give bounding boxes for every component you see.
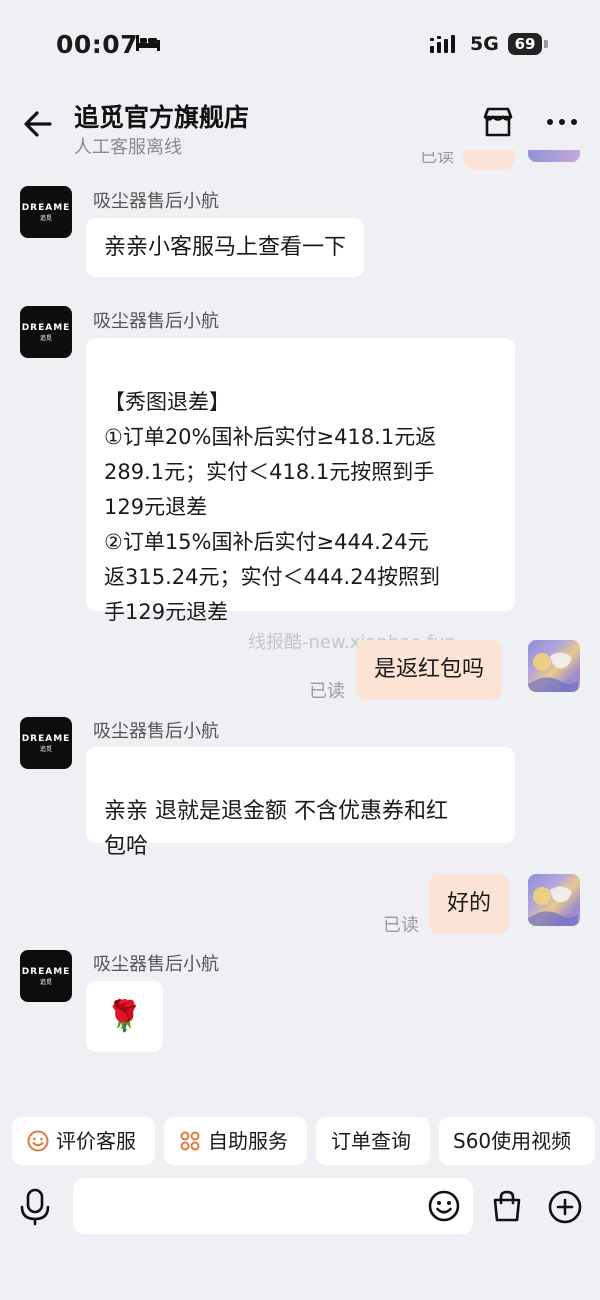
sender-name: 吸尘器售后小航 — [93, 954, 219, 975]
agent-avatar[interactable]: DREAME 追觅 — [20, 717, 72, 769]
microphone-icon[interactable] — [18, 1188, 52, 1226]
message-bubble-outgoing[interactable]: 是返红包吗 — [356, 640, 503, 700]
message-bubble-incoming[interactable]: 亲亲 退就是退金额 不含优惠券和红 包哈 — [86, 747, 515, 859]
back-arrow-icon[interactable] — [18, 104, 58, 144]
store-icon[interactable] — [480, 104, 516, 140]
message-input[interactable] — [73, 1178, 473, 1234]
user-avatar[interactable] — [528, 874, 580, 926]
network-type: 5G — [470, 33, 499, 55]
message-bubble-incoming[interactable]: 【秀图退差】 ①订单20%国补后实付≥418.1元返 289.1元；实付＜418… — [86, 338, 515, 624]
agent-avatar[interactable]: DREAME 追觅 — [20, 186, 72, 238]
agent-avatar[interactable]: DREAME 追觅 — [20, 306, 72, 358]
user-avatar-clipped — [528, 150, 580, 162]
self-service-button[interactable]: 自助服务 — [164, 1117, 307, 1165]
emoji-icon[interactable] — [428, 1190, 460, 1222]
plus-icon[interactable] — [548, 1190, 582, 1224]
user-avatar[interactable] — [528, 640, 580, 692]
battery-icon: 69 — [508, 33, 542, 55]
shopping-bag-icon[interactable] — [490, 1189, 524, 1223]
status-time: 00:07 — [56, 30, 139, 59]
agent-status: 人工客服离线 — [74, 137, 182, 158]
read-receipt: 已读 — [309, 681, 345, 702]
message-text: 亲亲小客服马上查看一下 — [104, 235, 347, 260]
sender-name: 吸尘器售后小航 — [93, 191, 219, 212]
order-query-button[interactable]: 订单查询 — [316, 1117, 430, 1165]
quick-actions-bar: 评价客服 自助服务 订单查询 S60使用视频 — [12, 1117, 600, 1165]
s60-video-button[interactable]: S60使用视频 — [439, 1117, 595, 1165]
sender-name: 吸尘器售后小航 — [93, 721, 219, 742]
message-text: 亲亲 退就是退金额 不含优惠券和红 包哈 — [104, 799, 448, 859]
agent-avatar[interactable]: DREAME 追觅 — [20, 950, 72, 1002]
read-receipt: 已读 — [383, 915, 419, 936]
message-bubble-outgoing[interactable]: 好的 — [429, 874, 510, 934]
grid-dots-icon — [180, 1131, 200, 1151]
message-text: 是返红包吗 — [374, 657, 485, 682]
status-bar: 00:07 5G 69 — [0, 0, 600, 90]
rate-agent-button[interactable]: 评价客服 — [12, 1117, 155, 1165]
signal-icon — [430, 35, 455, 53]
read-receipt-clipped: 已读 — [420, 152, 454, 166]
user-avatar-image — [528, 652, 578, 692]
battery-tip — [544, 40, 548, 48]
user-avatar-image — [528, 886, 578, 926]
message-text: 【秀图退差】 ①订单20%国补后实付≥418.1元返 289.1元；实付＜418… — [104, 390, 440, 624]
sleep-focus-icon — [136, 35, 160, 51]
rose-emoji: 🌹 — [105, 999, 144, 1034]
smile-icon — [27, 1130, 49, 1152]
outgoing-bubble-clipped — [463, 150, 515, 170]
message-text: 好的 — [447, 891, 492, 916]
shop-title[interactable]: 追觅官方旗舰店 — [74, 98, 249, 134]
more-options-icon[interactable] — [544, 112, 580, 132]
message-bubble-incoming[interactable]: 亲亲小客服马上查看一下 — [86, 218, 365, 277]
sender-name: 吸尘器售后小航 — [93, 311, 219, 332]
message-bubble-incoming[interactable]: 🌹 — [86, 981, 163, 1052]
